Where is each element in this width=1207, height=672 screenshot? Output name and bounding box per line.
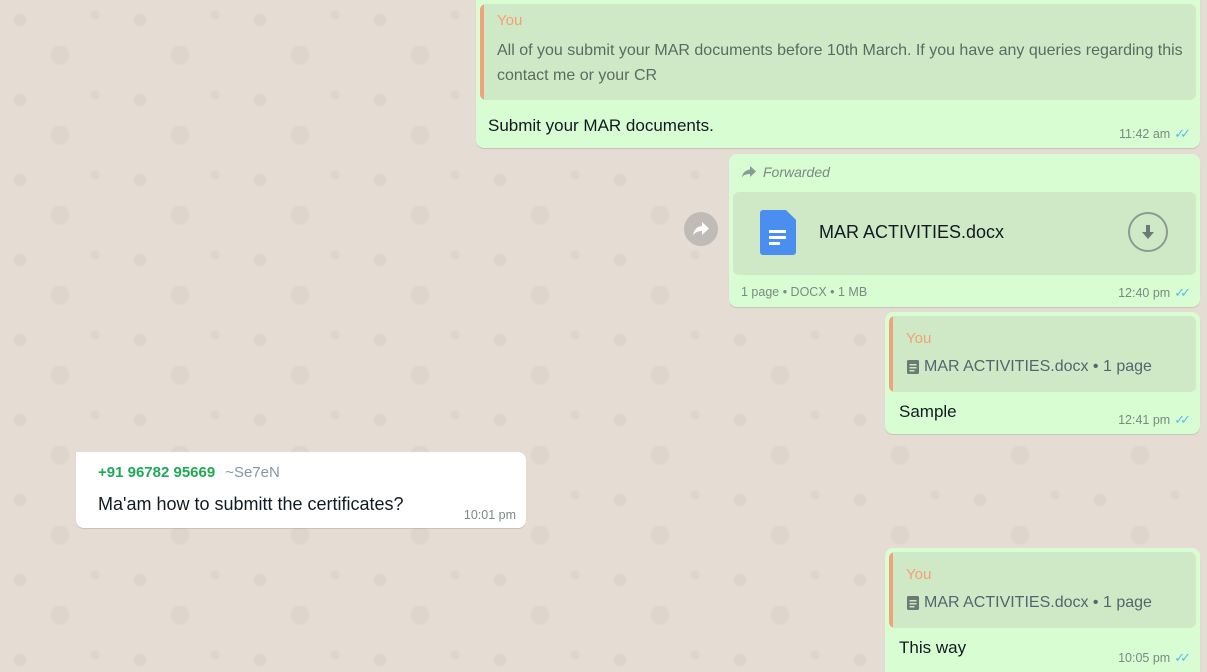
document-icon <box>907 596 919 610</box>
message-time: 10:01 pm <box>463 508 516 522</box>
quoted-message[interactable]: You MAR ACTIVITIES.docx • 1 page <box>889 552 1196 628</box>
download-button[interactable] <box>1128 212 1168 252</box>
message-text: This way <box>899 638 967 657</box>
message-meta: 11:42 am ✓✓ <box>1119 126 1191 142</box>
quoted-author: You <box>906 566 932 583</box>
document-card[interactable]: MAR ACTIVITIES.docx <box>733 192 1196 275</box>
message-bubble-outgoing[interactable]: You All of you submit your MAR documents… <box>476 0 1200 148</box>
quoted-document: MAR ACTIVITIES.docx • 1 page <box>906 358 1152 376</box>
forward-arrow-icon <box>742 166 756 178</box>
forward-button-icon <box>693 222 709 236</box>
sender-phone[interactable]: +91 96782 95669 <box>98 464 215 481</box>
quoted-document: MAR ACTIVITIES.docx • 1 page <box>906 594 1152 612</box>
quoted-message[interactable]: You MAR ACTIVITIES.docx • 1 page <box>889 316 1196 392</box>
forwarded-label: Forwarded <box>741 164 830 180</box>
message-text: Sample <box>899 402 957 421</box>
message-meta: 12:40 pm ✓✓ <box>1118 285 1191 301</box>
message-time: 10:05 pm <box>1118 651 1171 665</box>
message-bubble-outgoing[interactable]: You MAR ACTIVITIES.docx • 1 page This wa… <box>885 548 1200 672</box>
read-receipt-icon: ✓✓ <box>1174 285 1191 300</box>
read-receipt-icon: ✓✓ <box>1174 126 1191 141</box>
forwarded-text: Forwarded <box>763 164 830 180</box>
document-icon <box>907 360 919 374</box>
message-bubble-outgoing[interactable]: Forwarded MAR ACTIVITIES.docx 1 page • D… <box>729 154 1200 307</box>
read-receipt-icon: ✓✓ <box>1174 650 1191 665</box>
message-time: 11:42 am <box>1119 127 1171 141</box>
download-icon <box>1142 225 1154 239</box>
message-meta: 10:05 pm ✓✓ <box>1118 650 1191 666</box>
document-icon <box>760 210 796 255</box>
sender-name: ~Se7eN <box>225 464 280 481</box>
document-meta: 1 page • DOCX • 1 MB <box>741 285 868 299</box>
quoted-text: All of you submit your MAR documents bef… <box>497 42 1183 84</box>
message-text: Submit your MAR documents. <box>488 116 714 135</box>
read-receipt-icon: ✓✓ <box>1174 412 1191 427</box>
message-time: 12:41 pm <box>1118 413 1171 427</box>
quoted-message[interactable]: You All of you submit your MAR documents… <box>480 4 1196 100</box>
message-bubble-outgoing[interactable]: You MAR ACTIVITIES.docx • 1 page Sample … <box>885 312 1200 434</box>
quoted-author: You <box>906 330 932 347</box>
quoted-document-name: MAR ACTIVITIES.docx • 1 page <box>924 358 1152 375</box>
message-time: 12:40 pm <box>1118 286 1171 300</box>
quoted-document-name: MAR ACTIVITIES.docx • 1 page <box>924 594 1152 611</box>
message-text: Ma'am how to submitt the certificates? <box>98 494 404 514</box>
sender-line: +91 96782 95669 ~Se7eN <box>98 464 280 481</box>
forward-button[interactable] <box>684 212 718 246</box>
message-meta: 12:41 pm ✓✓ <box>1118 412 1191 428</box>
quoted-author: You <box>497 12 523 29</box>
document-name: MAR ACTIVITIES.docx <box>819 222 1005 242</box>
message-bubble-incoming[interactable]: +91 96782 95669 ~Se7eN Ma'am how to subm… <box>76 452 526 528</box>
